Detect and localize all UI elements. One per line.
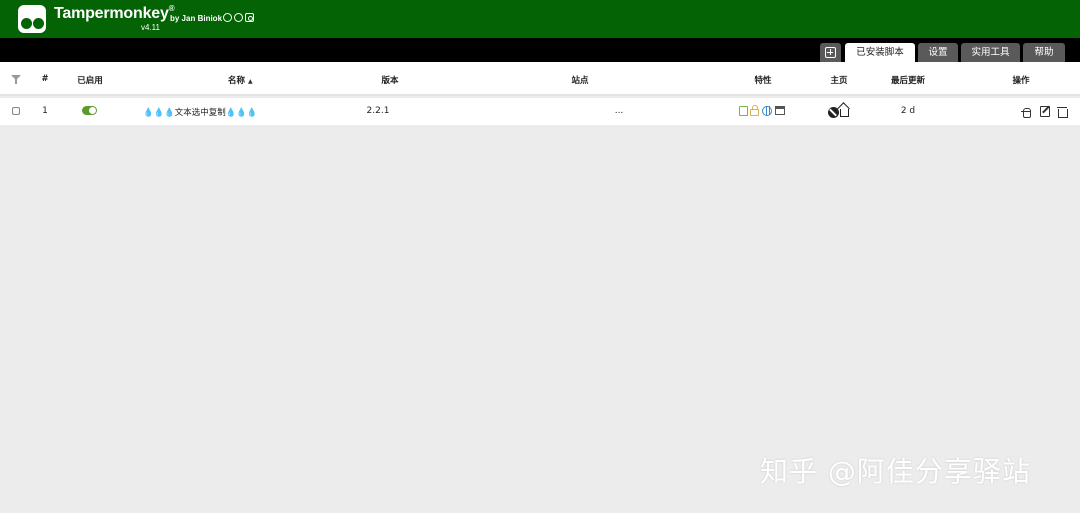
globe-icon[interactable] (762, 106, 772, 116)
column-version[interactable]: 版本 (381, 74, 398, 86)
script-name-link[interactable]: 💧💧💧文本选中复制💧💧💧 (143, 106, 258, 118)
script-sites[interactable]: ... (615, 106, 624, 116)
window-icon[interactable] (775, 106, 785, 115)
logo-eye-right (33, 18, 44, 29)
column-features[interactable]: 特性 (754, 74, 771, 86)
tab-settings[interactable]: 设置 (918, 43, 958, 62)
edit-icon[interactable] (1040, 106, 1050, 117)
author-byline[interactable]: by Jan Biniok (170, 14, 222, 23)
lock-icon[interactable] (750, 105, 759, 116)
tab-new-script[interactable] (820, 43, 841, 62)
tampermonkey-logo-icon[interactable] (18, 5, 46, 33)
facebook-icon[interactable] (234, 13, 243, 22)
tab-utilities[interactable]: 实用工具 (961, 43, 1020, 62)
trash-icon[interactable] (1057, 106, 1068, 118)
tab-bar: 已安装脚本 设置 实用工具 帮助 (0, 38, 1080, 62)
tab-installed-scripts[interactable]: 已安装脚本 (845, 43, 915, 62)
column-enabled[interactable]: 已启用 (77, 74, 103, 86)
column-name[interactable]: 名称 ▲ (228, 74, 253, 86)
app-title: Tampermonkey® (54, 4, 175, 22)
column-actions: 操作 (1012, 76, 1030, 86)
page-icon[interactable] (739, 106, 748, 116)
scripts-table-header: # 已启用 名称 ▲ 版本 站点 特性 主页 最后更新 操作 (0, 62, 1080, 96)
column-name-label: 名称 (228, 76, 246, 86)
watermark-text: 知乎 @阿佳分享驿站 (760, 455, 1031, 488)
new-script-icon (825, 47, 836, 58)
column-last-updated[interactable]: 最后更新 (891, 74, 925, 86)
logo-eye-left (21, 18, 32, 29)
home-icon[interactable] (840, 109, 849, 117)
version-label: v4.11 (141, 23, 160, 32)
script-version: 2.2.1 (366, 106, 390, 116)
app-header: Tampermonkey® by Jan Biniok v4.11 (0, 0, 1080, 38)
github-icon[interactable] (223, 13, 232, 22)
table-row: 1 💧💧💧文本选中复制💧💧💧 2.2.1 ... 2 d (0, 98, 1080, 125)
column-sites[interactable]: 站点 (571, 74, 588, 86)
sort-ascending-icon: ▲ (248, 78, 253, 85)
instagram-icon[interactable] (245, 13, 254, 22)
bug-report-icon[interactable] (1021, 106, 1031, 118)
column-index[interactable]: # (41, 74, 48, 84)
column-homepage[interactable]: 主页 (830, 74, 847, 86)
filter-icon[interactable] (11, 75, 21, 84)
row-select-checkbox[interactable] (12, 107, 20, 115)
script-last-updated[interactable]: 2 d (901, 106, 915, 116)
enabled-toggle[interactable] (82, 106, 97, 115)
tab-help[interactable]: 帮助 (1023, 43, 1065, 62)
row-index: 1 (42, 106, 48, 116)
